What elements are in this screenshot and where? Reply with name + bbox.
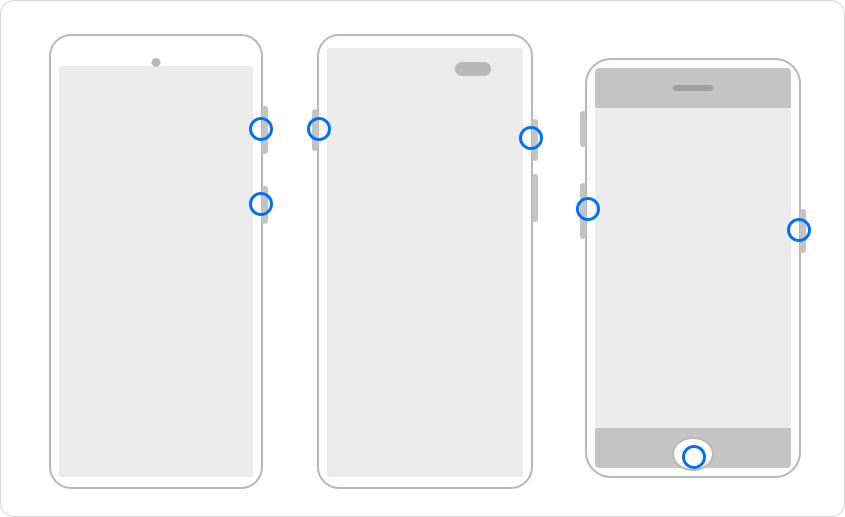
marker-phone-b-left — [307, 117, 331, 141]
phone-c-left-top — [580, 111, 586, 147]
phone-a-camera-icon — [152, 58, 161, 67]
marker-phone-a-volume — [249, 117, 273, 141]
phone-c-speaker-icon — [673, 85, 713, 91]
phone-a-screen — [59, 66, 253, 477]
marker-phone-c-home — [682, 445, 706, 469]
phone-b-screen — [327, 48, 523, 477]
phone-b-camera-pill-icon — [455, 62, 491, 76]
phone-a-frame — [49, 34, 263, 489]
marker-phone-a-power — [249, 192, 273, 216]
marker-phone-c-left — [576, 197, 600, 221]
phone-b-frame — [317, 34, 533, 489]
marker-phone-c-right — [787, 218, 811, 242]
diagram-canvas — [0, 0, 845, 517]
marker-phone-b-right — [519, 126, 543, 150]
phone-c-screen — [595, 108, 791, 428]
phone-b-right-button-2 — [532, 174, 538, 222]
phone-c-top-bezel — [595, 68, 791, 108]
phone-c-frame — [585, 58, 801, 478]
